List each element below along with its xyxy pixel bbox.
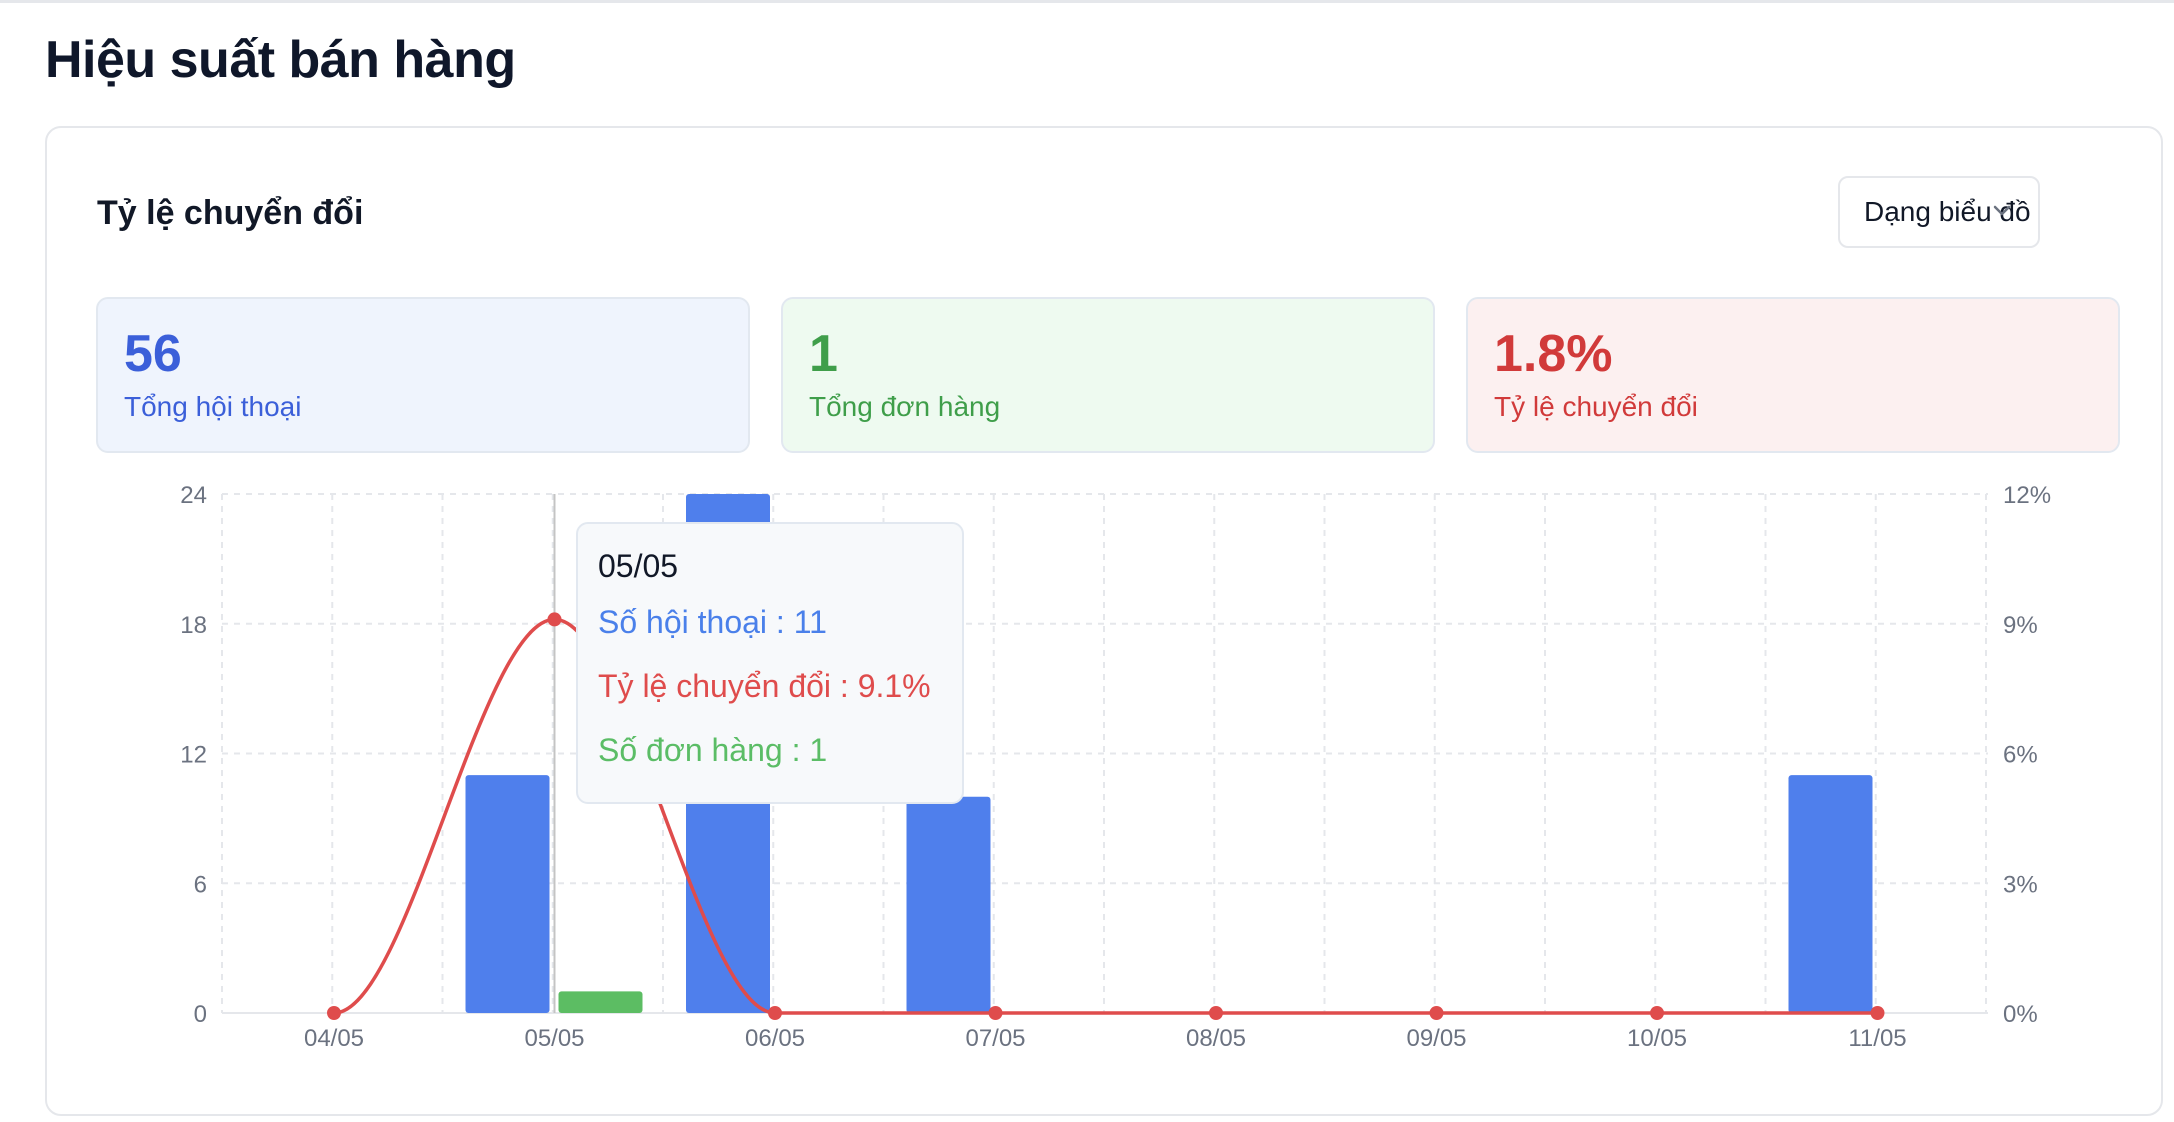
y-left-tick-label: 6 <box>194 871 207 898</box>
x-tick-label: 07/05 <box>965 1025 1025 1052</box>
tooltip-conversion: Tỷ lệ chuyển đổi : 9.1% <box>598 668 931 704</box>
conversion-point <box>1209 1006 1223 1020</box>
tooltip-conversations: Số hội thoại : 11 <box>598 604 827 640</box>
conversion-point <box>988 1006 1003 1020</box>
y-right-tick-label: 3% <box>2003 871 2038 898</box>
conversion-point <box>768 1006 782 1020</box>
tooltip-orders: Số đơn hàng : 1 <box>598 732 828 768</box>
y-right-tick-label: 6% <box>2003 742 2038 769</box>
conversion-point <box>1870 1006 1885 1020</box>
conversion-point <box>1429 1006 1444 1020</box>
bar-conversations <box>1788 775 1873 1013</box>
x-tick-label: 10/05 <box>1627 1025 1687 1052</box>
y-right-tick-label: 9% <box>2003 612 2038 639</box>
y-right-tick-label: 12% <box>2003 482 2051 509</box>
bar-orders <box>558 991 643 1013</box>
tooltip-date: 05/05 <box>598 548 679 584</box>
x-tick-label: 09/05 <box>1406 1025 1466 1052</box>
conversion-line <box>333 617 1878 1015</box>
x-tick-label: 06/05 <box>745 1025 805 1052</box>
y-left-tick-label: 18 <box>180 612 207 639</box>
conversion-chart: 0 6 12 18 24 0% 3% 6% 9% 12% 04/05 05/05 06/05 07/05 0… <box>180 482 2051 1052</box>
y-left-tick-label: 12 <box>180 742 207 769</box>
x-tick-label: 11/05 <box>1848 1025 1906 1052</box>
bar-conversations <box>906 796 991 1013</box>
chart-tooltip: 05/05 Số hội thoại : 11 Tỷ lệ chuyển đổi… <box>576 522 964 804</box>
x-tick-label: 04/05 <box>304 1025 364 1052</box>
conversion-point <box>547 612 562 627</box>
conversion-point <box>1650 1006 1664 1020</box>
x-tick-label: 05/05 <box>524 1025 584 1052</box>
bar-conversations <box>465 775 550 1013</box>
conversion-point <box>327 1006 341 1020</box>
y-right-tick-label: 0% <box>2003 1001 2038 1028</box>
y-left-tick-label: 24 <box>180 482 207 509</box>
y-left-tick-label: 0 <box>194 1001 207 1028</box>
x-tick-label: 08/05 <box>1186 1025 1246 1052</box>
